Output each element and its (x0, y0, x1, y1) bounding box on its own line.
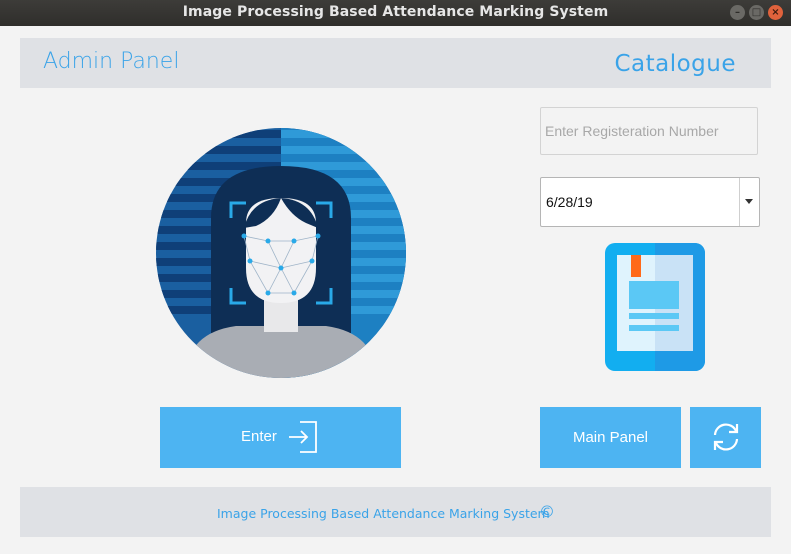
date-picker[interactable]: 6/28/19 (540, 177, 760, 227)
face-recognition-icon (156, 128, 406, 378)
refresh-icon (713, 423, 739, 451)
chevron-down-icon[interactable] (745, 199, 753, 204)
footer-panel: Image Processing Based Attendance Markin… (20, 487, 771, 537)
main-panel-button[interactable]: Main Panel (540, 407, 681, 468)
close-button[interactable]: × (768, 5, 783, 20)
registration-number-input[interactable] (540, 107, 758, 155)
header-panel: Admin Panel Catalogue (20, 38, 771, 88)
main-panel-button-label: Main Panel (572, 429, 649, 446)
copyright-icon: © (539, 502, 555, 521)
enter-button-label: Enter (241, 428, 277, 445)
window-controls: – □ × (730, 5, 783, 20)
refresh-button[interactable] (690, 407, 761, 468)
maximize-button[interactable]: □ (749, 5, 764, 20)
footer-text: Image Processing Based Attendance Markin… (217, 506, 550, 521)
enter-icon (289, 421, 317, 453)
title-bar: Image Processing Based Attendance Markin… (0, 0, 791, 26)
enter-button[interactable]: Enter (160, 407, 401, 468)
window-title: Image Processing Based Attendance Markin… (182, 4, 609, 20)
id-card-icon[interactable] (605, 243, 705, 371)
catalogue-title: Catalogue (614, 51, 736, 77)
date-picker-divider (739, 178, 740, 226)
date-value: 6/28/19 (546, 194, 593, 210)
admin-panel-title: Admin Panel (43, 49, 180, 74)
minimize-button[interactable]: – (730, 5, 745, 20)
